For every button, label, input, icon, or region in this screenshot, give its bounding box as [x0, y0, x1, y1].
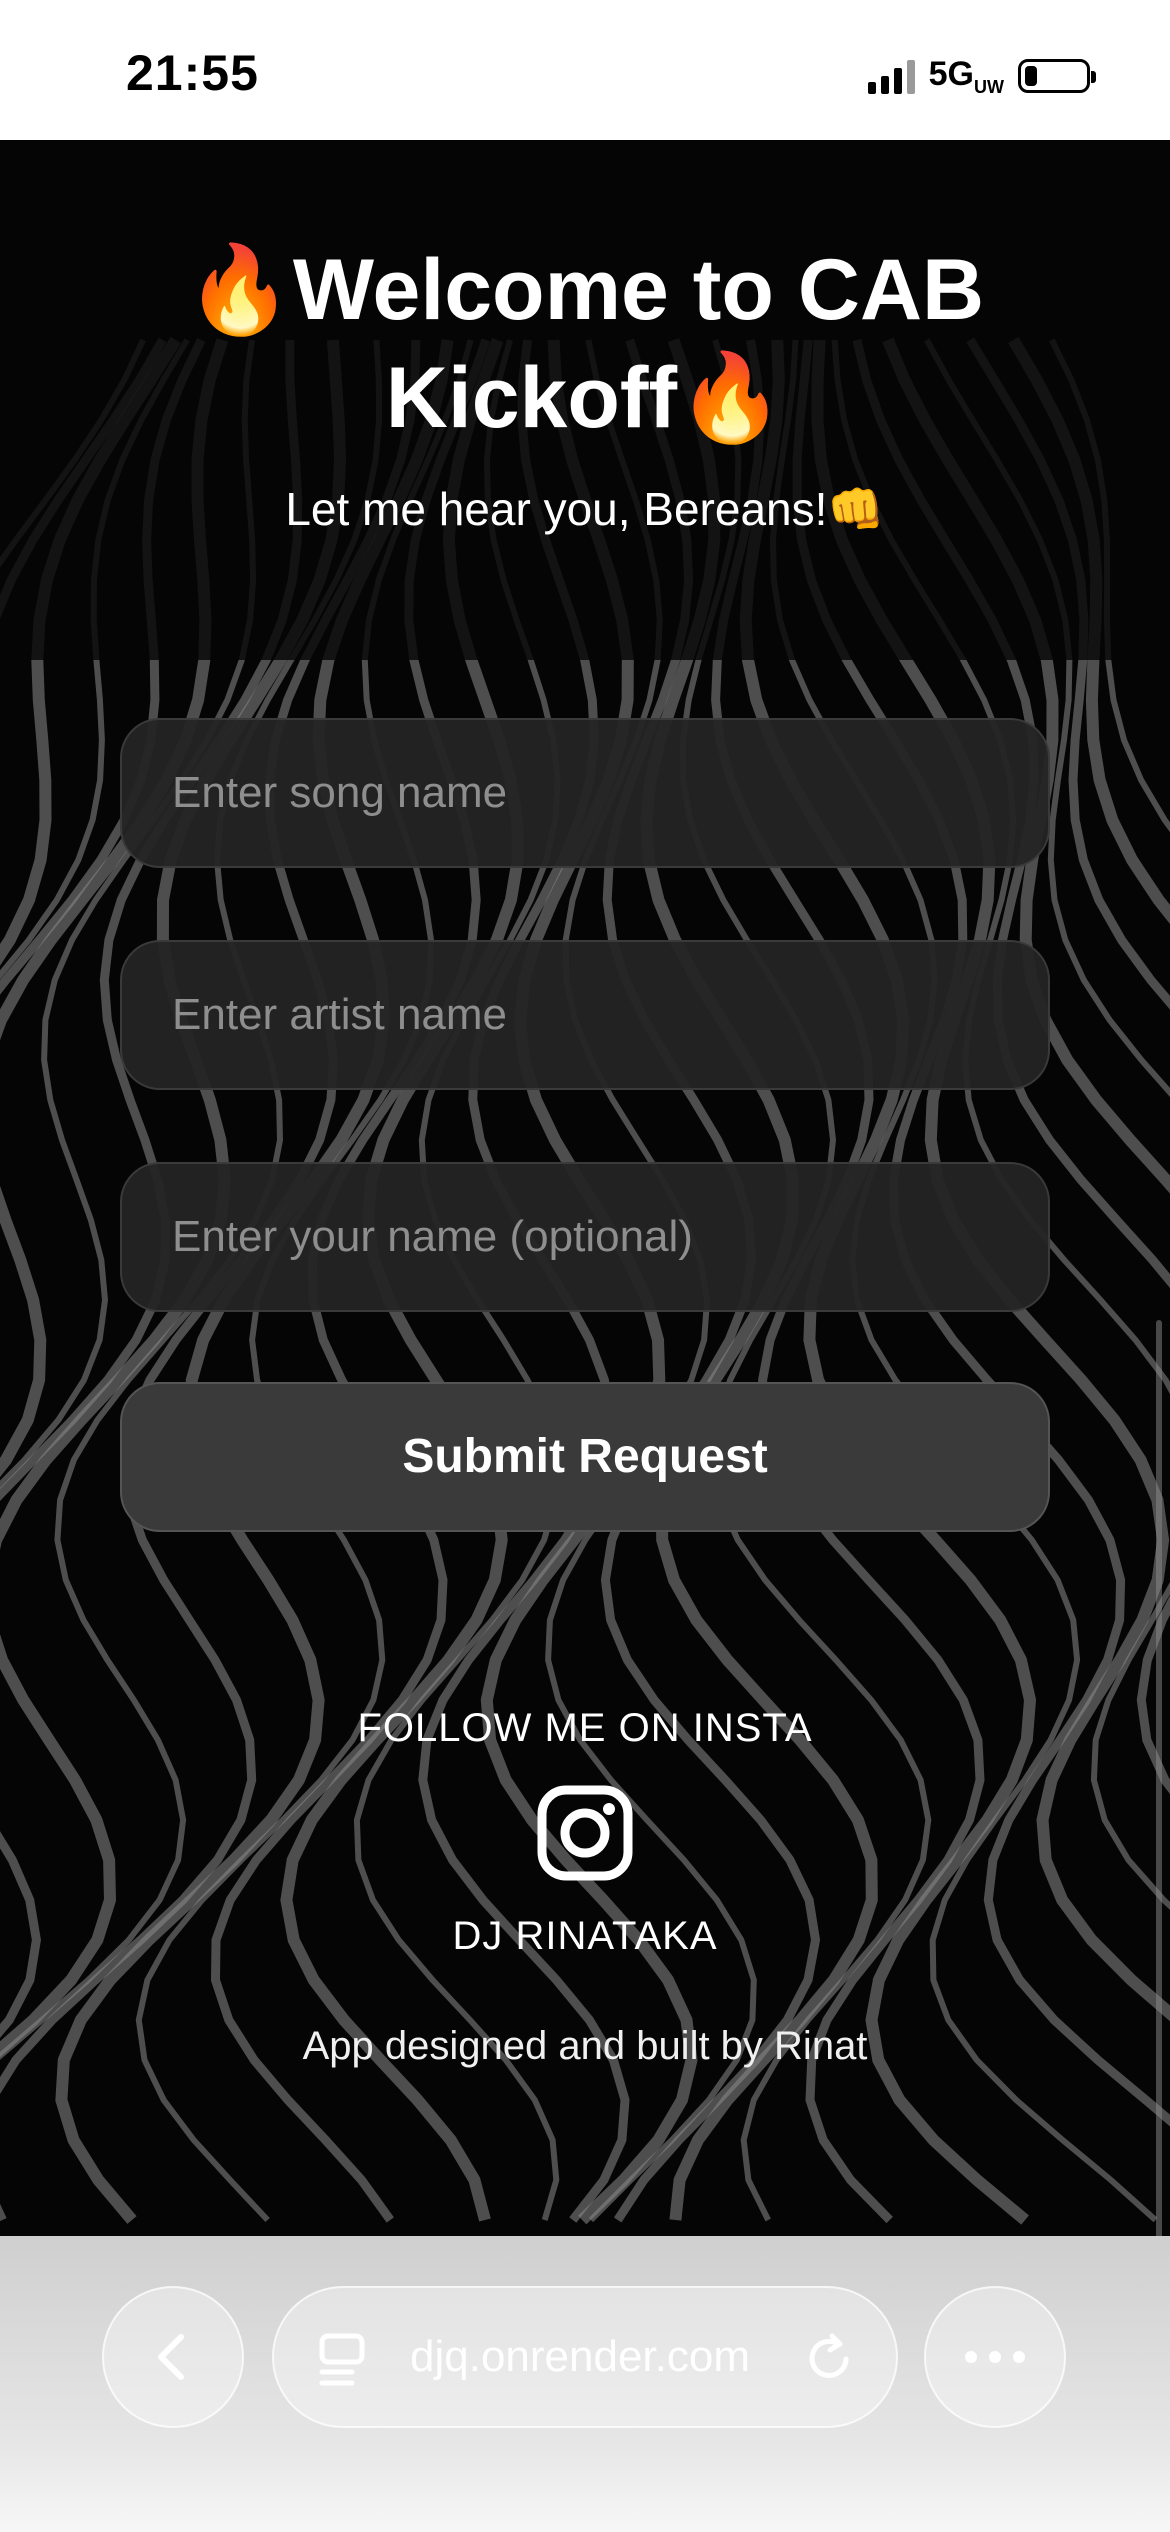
- status-indicators: 5GUW: [867, 54, 1096, 97]
- more-button[interactable]: [924, 2286, 1066, 2428]
- chevron-left-icon: [158, 2334, 184, 2380]
- battery-icon: [1018, 59, 1096, 93]
- page-menu-icon[interactable]: [318, 2332, 370, 2388]
- artist-field[interactable]: [120, 940, 1050, 1090]
- submit-request-button[interactable]: Submit Request: [120, 1382, 1050, 1532]
- instagram-icon[interactable]: [537, 1785, 633, 1881]
- instagram-handle-link[interactable]: DJ RINATAKA: [0, 1914, 1170, 1959]
- url-text: djq.onrender.com: [410, 2332, 750, 2381]
- song-input[interactable]: [122, 720, 1048, 866]
- artist-input[interactable]: [122, 942, 1048, 1088]
- song-field[interactable]: [120, 718, 1050, 868]
- page-title: 🔥Welcome to CAB Kickoff🔥: [185, 242, 985, 446]
- credit-text: App designed and built by Rinat: [302, 2024, 868, 2068]
- name-field[interactable]: [120, 1162, 1050, 1312]
- reload-icon[interactable]: [802, 2332, 856, 2386]
- name-input[interactable]: [122, 1164, 1048, 1310]
- back-button[interactable]: [102, 2286, 244, 2428]
- signal-icon: [867, 58, 915, 94]
- page-subtitle: Let me hear you, Bereans!👊: [285, 483, 885, 535]
- app-page: 🔥Welcome to CAB Kickoff🔥 Let me hear you…: [0, 140, 1170, 2240]
- status-bar: 21:55 5GUW: [0, 0, 1170, 140]
- scrollbar: [1156, 1320, 1162, 2240]
- network-label: 5GUW: [928, 54, 1004, 97]
- browser-toolbar: djq.onrender.com: [0, 2236, 1170, 2532]
- address-bar[interactable]: djq.onrender.com: [272, 2286, 898, 2428]
- follow-label: FOLLOW ME ON INSTA: [357, 1706, 813, 1750]
- more-dots-icon: [965, 2351, 1025, 2363]
- status-time: 21:55: [126, 45, 259, 101]
